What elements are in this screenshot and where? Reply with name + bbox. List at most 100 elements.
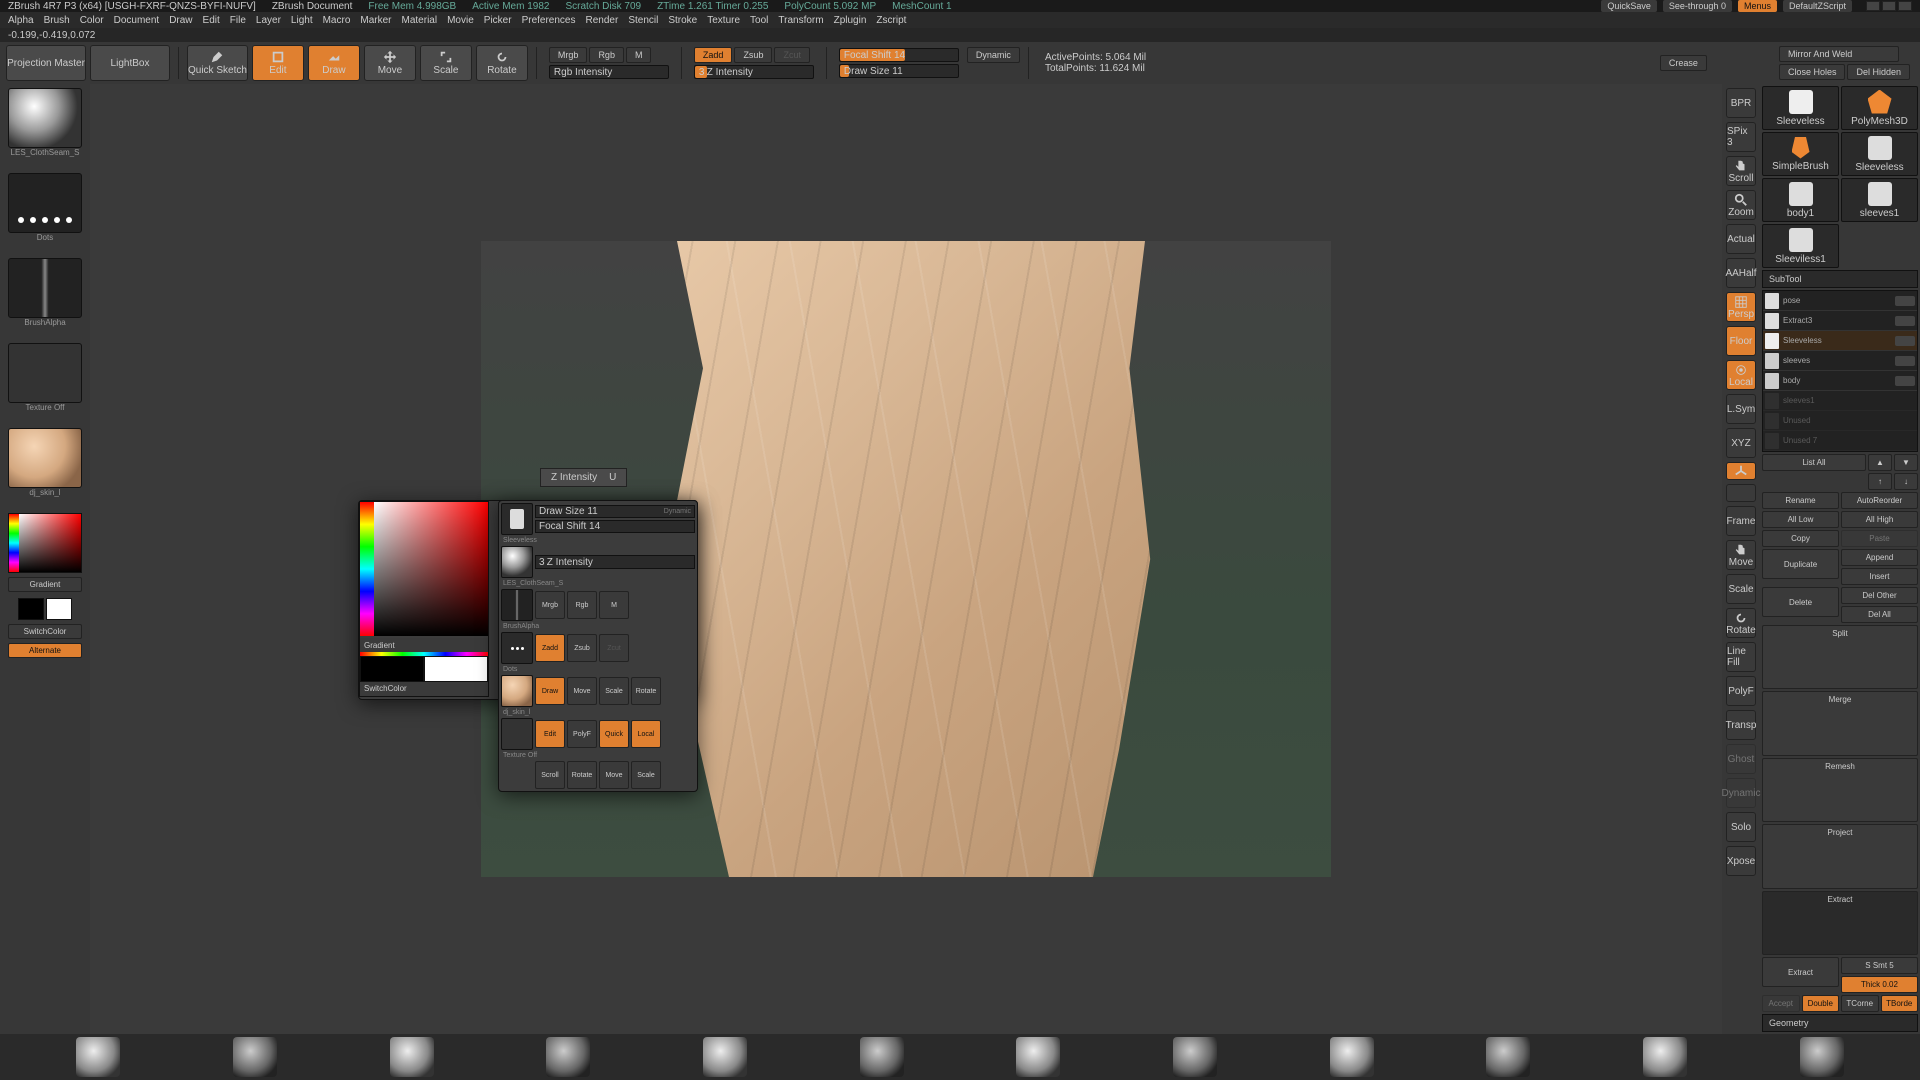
- brush-thumb[interactable]: [390, 1037, 434, 1077]
- mrgb-button[interactable]: Mrgb: [549, 47, 588, 63]
- popup-zcut-button[interactable]: Zcut: [599, 634, 629, 662]
- popup-scroll-button[interactable]: Scroll: [535, 761, 565, 789]
- brush-thumb[interactable]: [233, 1037, 277, 1077]
- tool-sleeveless[interactable]: Sleeveless: [1762, 86, 1839, 130]
- eye-icon[interactable]: [1895, 376, 1915, 386]
- popup-sec-swatch[interactable]: [424, 656, 488, 682]
- brush-thumb[interactable]: [703, 1037, 747, 1077]
- mirror-weld-button[interactable]: Mirror And Weld: [1779, 46, 1899, 62]
- frame-btn[interactable]: Frame: [1726, 506, 1756, 536]
- subtool-row[interactable]: sleeves: [1763, 351, 1917, 371]
- subtool-row[interactable]: Sleeveless: [1763, 331, 1917, 351]
- seethrough-slider[interactable]: See-through 0: [1663, 0, 1732, 12]
- lsym-button[interactable]: L.Sym: [1726, 394, 1756, 424]
- menu-zplugin[interactable]: Zplugin: [834, 15, 867, 26]
- extract-button[interactable]: Extract: [1762, 957, 1839, 987]
- del-all-button[interactable]: Del All: [1841, 606, 1918, 623]
- popup-quick-button[interactable]: Quick: [599, 720, 629, 748]
- tool-body1[interactable]: body1: [1762, 178, 1839, 222]
- popup-texture-thumb[interactable]: [501, 718, 533, 750]
- focal-shift-slider[interactable]: Focal Shift 14: [839, 48, 959, 62]
- subtool-row[interactable]: Unused: [1763, 411, 1917, 431]
- geometry-header[interactable]: Geometry: [1762, 1014, 1918, 1032]
- popup-alpha-thumb[interactable]: [501, 589, 533, 621]
- all-low-button[interactable]: All Low: [1762, 511, 1839, 528]
- scale-button[interactable]: Scale: [420, 45, 472, 81]
- double-button[interactable]: Double: [1802, 995, 1840, 1012]
- transp-button[interactable]: Transp: [1726, 710, 1756, 740]
- brush-thumb[interactable]: [1643, 1037, 1687, 1077]
- frame-button[interactable]: [1726, 484, 1756, 502]
- main-color-swatch[interactable]: [18, 598, 44, 620]
- popup-skin-thumb[interactable]: [501, 675, 533, 707]
- tcorne-button[interactable]: TCorne: [1841, 995, 1879, 1012]
- eye-icon[interactable]: [1895, 296, 1915, 306]
- paste-button[interactable]: Paste: [1841, 530, 1918, 547]
- subtool-row[interactable]: Extract3: [1763, 311, 1917, 331]
- ghost-button[interactable]: Ghost: [1726, 744, 1756, 774]
- popup-move-button[interactable]: Move: [567, 677, 597, 705]
- popup-draw-button[interactable]: Draw: [535, 677, 565, 705]
- floor-button[interactable]: Floor: [1726, 326, 1756, 356]
- eye-icon[interactable]: [1895, 316, 1915, 326]
- project-section[interactable]: Project: [1762, 824, 1918, 888]
- popup-edit-button[interactable]: Edit: [535, 720, 565, 748]
- menu-edit[interactable]: Edit: [203, 15, 220, 26]
- popup-hue-bar[interactable]: [360, 502, 374, 636]
- switchcolor-button[interactable]: SwitchColor: [8, 624, 82, 639]
- linefill-button[interactable]: Line Fill: [1726, 642, 1756, 672]
- aahalf-button[interactable]: AAHalf: [1726, 258, 1756, 288]
- alpha-thumb[interactable]: [8, 258, 82, 318]
- del-hidden-button[interactable]: Del Hidden: [1847, 64, 1910, 80]
- smt-slider[interactable]: S Smt 5: [1841, 957, 1918, 974]
- color-picker[interactable]: [8, 513, 82, 573]
- down-arrow-button[interactable]: ▼: [1894, 454, 1918, 471]
- eye-icon[interactable]: [1895, 356, 1915, 366]
- edit-button[interactable]: Edit: [252, 45, 304, 81]
- win-close-icon[interactable]: [1898, 1, 1912, 11]
- rotate-button[interactable]: Rotate: [476, 45, 528, 81]
- menu-light[interactable]: Light: [291, 15, 313, 26]
- copy-button[interactable]: Copy: [1762, 530, 1839, 547]
- secondary-color-swatch[interactable]: [46, 598, 72, 620]
- subtool-row[interactable]: pose: [1763, 291, 1917, 311]
- brush-thumb[interactable]: [1800, 1037, 1844, 1077]
- xyz-toggle[interactable]: [1726, 462, 1756, 480]
- sat-val-area[interactable]: [19, 514, 81, 572]
- popup-scale2-button[interactable]: Scale: [631, 761, 661, 789]
- gradient-button[interactable]: Gradient: [8, 577, 82, 592]
- projection-master-button[interactable]: Projection Master: [6, 45, 86, 81]
- all-high-button[interactable]: All High: [1841, 511, 1918, 528]
- popup-main-swatch[interactable]: [360, 656, 424, 682]
- insert-button[interactable]: Insert: [1841, 568, 1918, 585]
- brush-thumb[interactable]: [1173, 1037, 1217, 1077]
- menu-tool[interactable]: Tool: [750, 15, 768, 26]
- rscale-button[interactable]: Scale: [1726, 574, 1756, 604]
- texture-thumb[interactable]: [8, 343, 82, 403]
- defaultzscript-button[interactable]: DefaultZScript: [1783, 0, 1852, 12]
- draw-size-slider[interactable]: Draw Size 11: [839, 64, 959, 78]
- popup-material-thumb[interactable]: [501, 546, 533, 578]
- popup-stroke-thumb[interactable]: [501, 632, 533, 664]
- m-button[interactable]: M: [626, 47, 652, 63]
- extract-section[interactable]: Extract: [1762, 891, 1918, 955]
- subtool-row[interactable]: body: [1763, 371, 1917, 391]
- xpose-button[interactable]: Xpose: [1726, 846, 1756, 876]
- menu-macro[interactable]: Macro: [323, 15, 351, 26]
- up-arrow-button[interactable]: ▲: [1868, 454, 1892, 471]
- win-max-icon[interactable]: [1882, 1, 1896, 11]
- tool-sleeviless1[interactable]: Sleeviless1: [1762, 224, 1839, 268]
- close-holes-button[interactable]: Close Holes: [1779, 64, 1846, 80]
- menu-texture[interactable]: Texture: [707, 15, 740, 26]
- autoreorder-button[interactable]: AutoReorder: [1841, 492, 1918, 509]
- zcut-button[interactable]: Zcut: [774, 47, 810, 63]
- menus-button[interactable]: Menus: [1738, 0, 1777, 12]
- accept-button[interactable]: Accept: [1762, 995, 1800, 1012]
- menu-material[interactable]: Material: [402, 15, 438, 26]
- rgb-intensity-slider[interactable]: Rgb Intensity: [549, 65, 669, 79]
- popup-local-button[interactable]: Local: [631, 720, 661, 748]
- popup-move2-button[interactable]: Move: [599, 761, 629, 789]
- popup-mrgb-button[interactable]: Mrgb: [535, 591, 565, 619]
- popup-rotate-button[interactable]: Rotate: [631, 677, 661, 705]
- brush-thumb[interactable]: [76, 1037, 120, 1077]
